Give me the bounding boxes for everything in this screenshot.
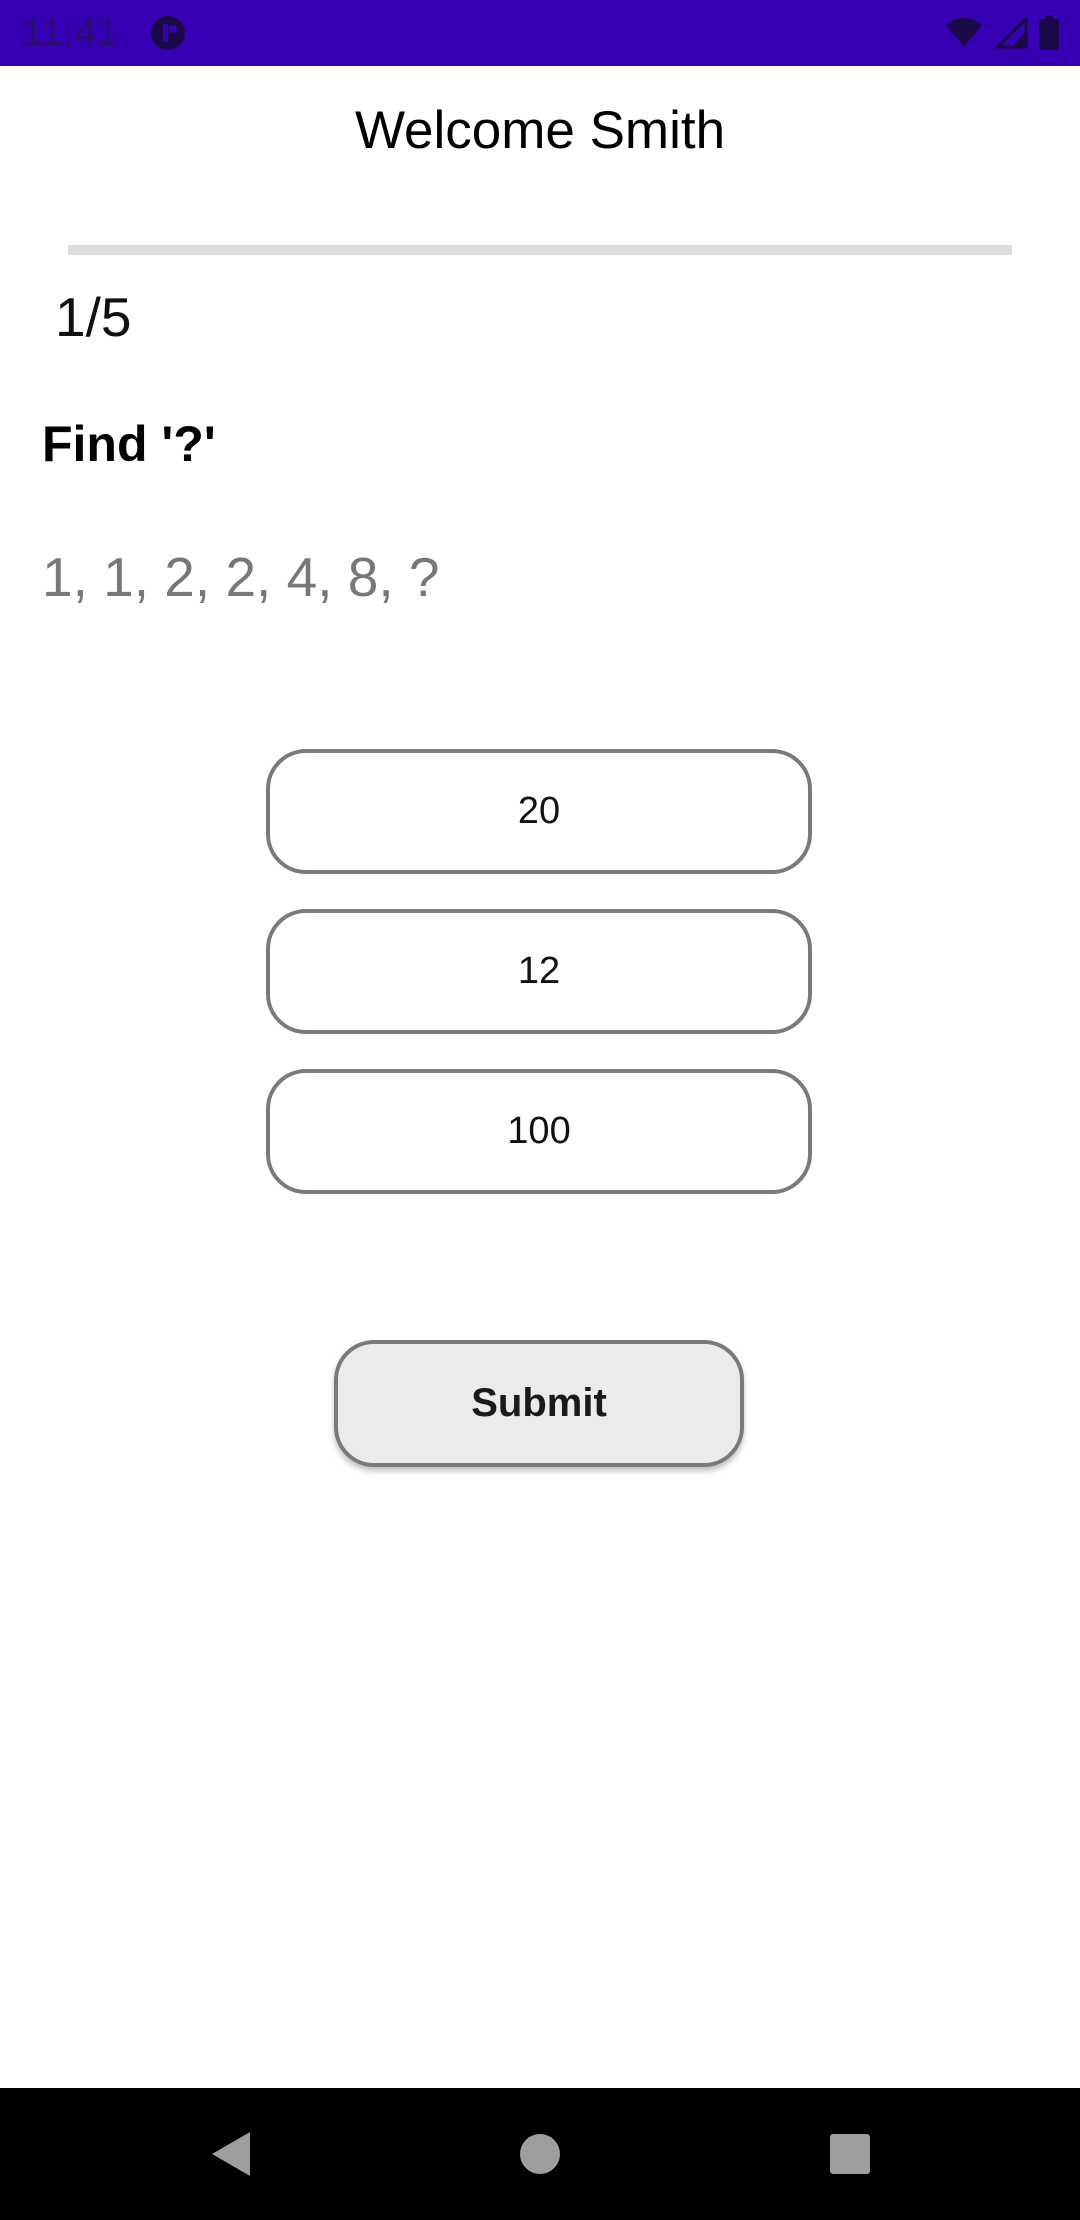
quiz-screen: 11:41 Welcome Smith 1/5 Find '?' 1, 1, 2… xyxy=(0,0,1080,2220)
status-time: 11:41 xyxy=(22,12,120,54)
quiz-progress-bar xyxy=(68,245,1012,255)
number-sequence: 1, 1, 2, 2, 4, 8, ? xyxy=(42,546,440,608)
status-bar: 11:41 xyxy=(0,0,1080,66)
battery-icon xyxy=(1039,15,1059,50)
question-counter: 1/5 xyxy=(55,286,132,348)
question-title: Find '?' xyxy=(42,416,216,472)
submit-button[interactable]: Submit xyxy=(334,1340,744,1467)
answer-option-3[interactable]: 100 xyxy=(266,1069,812,1194)
signal-icon xyxy=(994,17,1028,49)
answer-option-2[interactable]: 12 xyxy=(266,909,812,1034)
status-icons xyxy=(944,14,1060,52)
welcome-title: Welcome Smith xyxy=(354,101,726,160)
recents-icon[interactable] xyxy=(820,2124,880,2184)
home-icon[interactable] xyxy=(510,2124,570,2184)
answer-option-1[interactable]: 20 xyxy=(266,749,812,874)
wifi-icon xyxy=(946,18,982,47)
app-notification-icon xyxy=(151,16,185,50)
back-icon[interactable] xyxy=(202,2124,262,2184)
navigation-bar xyxy=(0,2088,1080,2220)
